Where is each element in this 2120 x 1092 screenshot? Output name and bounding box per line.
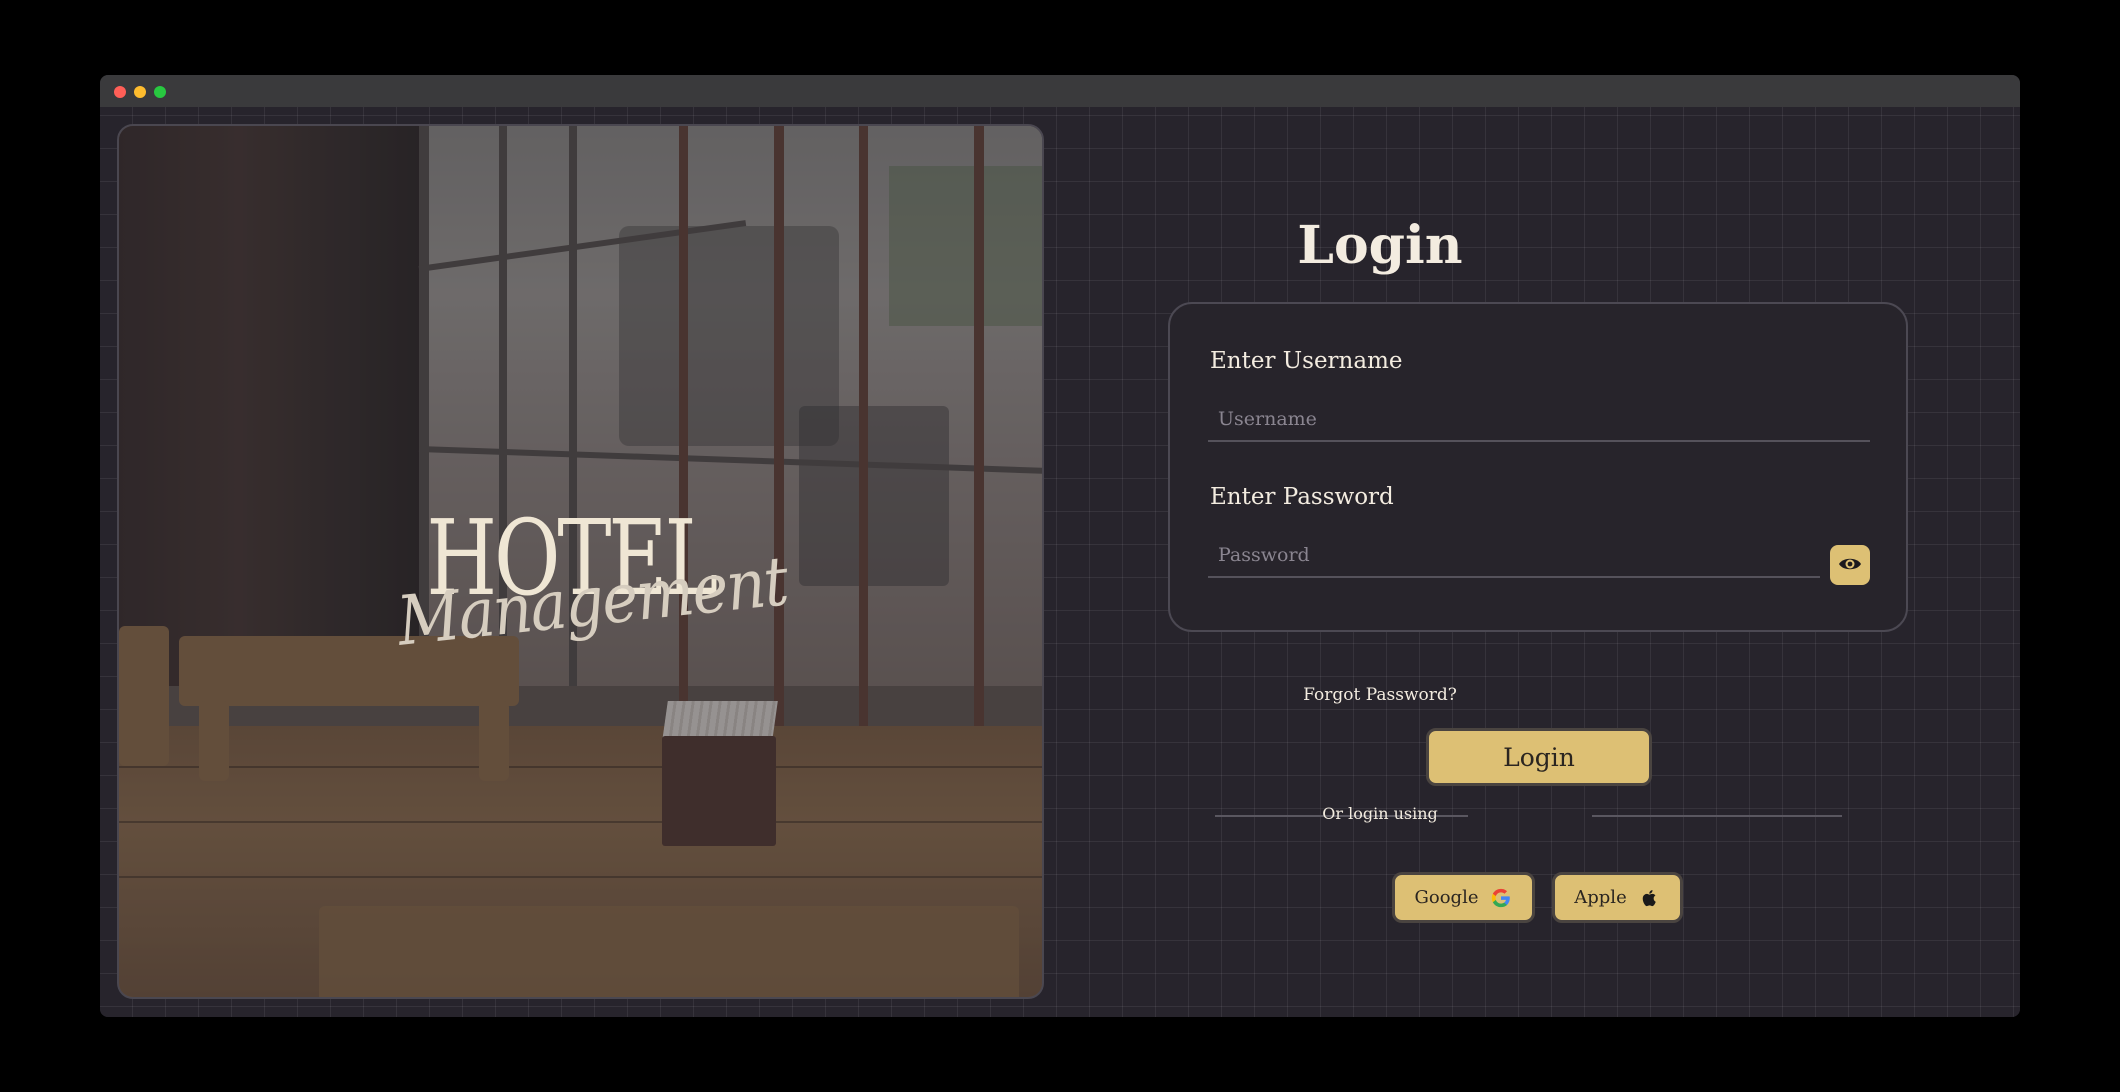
page-title: Login (1297, 215, 1463, 276)
google-login-button[interactable]: Google (1392, 872, 1535, 923)
username-input[interactable] (1208, 398, 1870, 442)
close-window-button[interactable] (114, 86, 126, 98)
show-password-button[interactable] (1830, 545, 1870, 585)
username-label: Enter Username (1210, 348, 1403, 374)
or-login-using-text: Or login using (1322, 804, 1438, 823)
apple-label: Apple (1574, 887, 1627, 908)
login-button[interactable]: Login (1426, 728, 1652, 786)
maximize-window-button[interactable] (154, 86, 166, 98)
login-form-card: Enter Username Enter Password (1168, 302, 1908, 632)
app-window: HOTEL Management Login Enter Username En… (100, 75, 2020, 1017)
apple-icon (1639, 887, 1661, 909)
google-label: Google (1414, 887, 1479, 908)
minimize-window-button[interactable] (134, 86, 146, 98)
divider-right (1592, 815, 1842, 817)
eye-icon (1838, 552, 1862, 579)
apple-login-button[interactable]: Apple (1552, 872, 1683, 923)
google-icon (1490, 887, 1512, 909)
hotel-logo: HOTEL Management (389, 506, 791, 696)
forgot-password-link[interactable]: Forgot Password? (1180, 685, 1580, 705)
login-page: HOTEL Management Login Enter Username En… (100, 107, 2020, 1017)
password-label: Enter Password (1210, 484, 1394, 510)
title-bar (100, 75, 2020, 107)
hero-image-panel: HOTEL Management (117, 124, 1044, 999)
password-input[interactable] (1208, 534, 1820, 578)
